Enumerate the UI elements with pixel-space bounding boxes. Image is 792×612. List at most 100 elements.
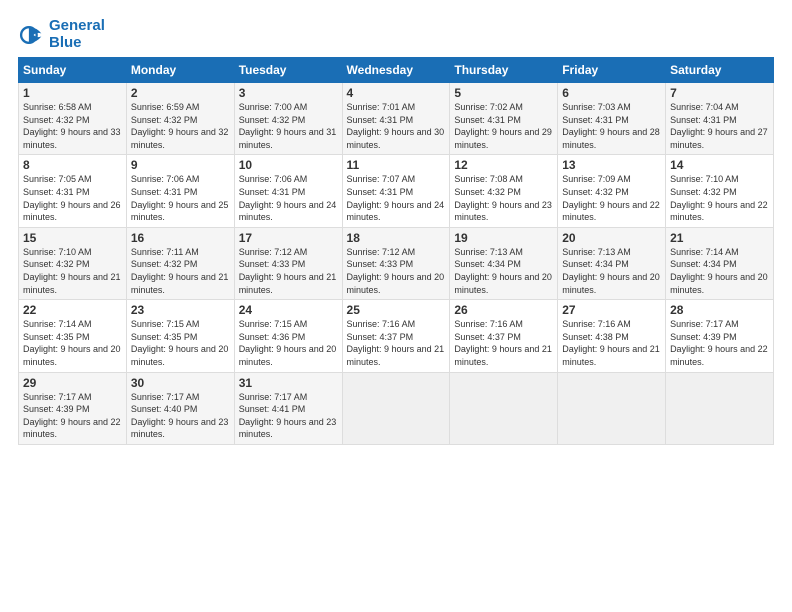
day-number: 15	[23, 231, 122, 245]
day-number: 11	[347, 158, 446, 172]
calendar-cell: 20 Sunrise: 7:13 AMSunset: 4:34 PMDaylig…	[558, 227, 666, 299]
day-info: Sunrise: 7:14 AMSunset: 4:34 PMDaylight:…	[670, 247, 768, 295]
page: General Blue SundayMondayTuesdayWednesda…	[0, 0, 792, 455]
day-info: Sunrise: 7:16 AMSunset: 4:37 PMDaylight:…	[347, 319, 445, 367]
day-number: 14	[670, 158, 769, 172]
calendar-cell: 3 Sunrise: 7:00 AMSunset: 4:32 PMDayligh…	[234, 83, 342, 155]
day-header-wednesday: Wednesday	[342, 58, 450, 83]
day-number: 12	[454, 158, 553, 172]
day-info: Sunrise: 7:02 AMSunset: 4:31 PMDaylight:…	[454, 102, 552, 150]
day-number: 17	[239, 231, 338, 245]
day-info: Sunrise: 7:13 AMSunset: 4:34 PMDaylight:…	[454, 247, 552, 295]
calendar-cell: 2 Sunrise: 6:59 AMSunset: 4:32 PMDayligh…	[126, 83, 234, 155]
calendar-cell: 6 Sunrise: 7:03 AMSunset: 4:31 PMDayligh…	[558, 83, 666, 155]
day-number: 3	[239, 86, 338, 100]
day-number: 30	[131, 376, 230, 390]
day-info: Sunrise: 7:00 AMSunset: 4:32 PMDaylight:…	[239, 102, 337, 150]
calendar-cell: 16 Sunrise: 7:11 AMSunset: 4:32 PMDaylig…	[126, 227, 234, 299]
day-number: 9	[131, 158, 230, 172]
day-number: 6	[562, 86, 661, 100]
day-info: Sunrise: 7:05 AMSunset: 4:31 PMDaylight:…	[23, 174, 121, 222]
day-info: Sunrise: 7:16 AMSunset: 4:38 PMDaylight:…	[562, 319, 660, 367]
day-info: Sunrise: 7:10 AMSunset: 4:32 PMDaylight:…	[23, 247, 121, 295]
calendar-cell: 18 Sunrise: 7:12 AMSunset: 4:33 PMDaylig…	[342, 227, 450, 299]
calendar-cell: 10 Sunrise: 7:06 AMSunset: 4:31 PMDaylig…	[234, 155, 342, 227]
day-number: 16	[131, 231, 230, 245]
calendar-cell: 8 Sunrise: 7:05 AMSunset: 4:31 PMDayligh…	[19, 155, 127, 227]
calendar-cell: 29 Sunrise: 7:17 AMSunset: 4:39 PMDaylig…	[19, 372, 127, 444]
day-info: Sunrise: 7:12 AMSunset: 4:33 PMDaylight:…	[347, 247, 445, 295]
day-info: Sunrise: 7:15 AMSunset: 4:36 PMDaylight:…	[239, 319, 337, 367]
day-info: Sunrise: 7:03 AMSunset: 4:31 PMDaylight:…	[562, 102, 660, 150]
day-number: 26	[454, 303, 553, 317]
day-info: Sunrise: 7:10 AMSunset: 4:32 PMDaylight:…	[670, 174, 768, 222]
calendar-cell: 1 Sunrise: 6:58 AMSunset: 4:32 PMDayligh…	[19, 83, 127, 155]
day-info: Sunrise: 7:11 AMSunset: 4:32 PMDaylight:…	[131, 247, 229, 295]
calendar-cell	[450, 372, 558, 444]
day-info: Sunrise: 7:09 AMSunset: 4:32 PMDaylight:…	[562, 174, 660, 222]
day-info: Sunrise: 7:14 AMSunset: 4:35 PMDaylight:…	[23, 319, 121, 367]
day-number: 8	[23, 158, 122, 172]
day-header-thursday: Thursday	[450, 58, 558, 83]
logo-line2: Blue	[49, 35, 105, 52]
day-info: Sunrise: 7:17 AMSunset: 4:40 PMDaylight:…	[131, 392, 229, 440]
day-info: Sunrise: 7:06 AMSunset: 4:31 PMDaylight:…	[239, 174, 337, 222]
logo-line1: General	[49, 18, 105, 35]
day-info: Sunrise: 7:04 AMSunset: 4:31 PMDaylight:…	[670, 102, 768, 150]
day-number: 27	[562, 303, 661, 317]
day-number: 13	[562, 158, 661, 172]
day-number: 19	[454, 231, 553, 245]
day-number: 18	[347, 231, 446, 245]
calendar-cell: 27 Sunrise: 7:16 AMSunset: 4:38 PMDaylig…	[558, 300, 666, 372]
calendar-cell: 30 Sunrise: 7:17 AMSunset: 4:40 PMDaylig…	[126, 372, 234, 444]
day-number: 2	[131, 86, 230, 100]
calendar-cell: 26 Sunrise: 7:16 AMSunset: 4:37 PMDaylig…	[450, 300, 558, 372]
day-number: 24	[239, 303, 338, 317]
day-info: Sunrise: 7:13 AMSunset: 4:34 PMDaylight:…	[562, 247, 660, 295]
calendar-cell: 12 Sunrise: 7:08 AMSunset: 4:32 PMDaylig…	[450, 155, 558, 227]
calendar-cell: 15 Sunrise: 7:10 AMSunset: 4:32 PMDaylig…	[19, 227, 127, 299]
logo: General Blue	[18, 18, 105, 51]
calendar-cell: 9 Sunrise: 7:06 AMSunset: 4:31 PMDayligh…	[126, 155, 234, 227]
day-info: Sunrise: 7:15 AMSunset: 4:35 PMDaylight:…	[131, 319, 229, 367]
calendar-week-row: 22 Sunrise: 7:14 AMSunset: 4:35 PMDaylig…	[19, 300, 774, 372]
day-number: 10	[239, 158, 338, 172]
calendar-cell: 14 Sunrise: 7:10 AMSunset: 4:32 PMDaylig…	[666, 155, 774, 227]
calendar-cell	[666, 372, 774, 444]
day-number: 28	[670, 303, 769, 317]
calendar-cell: 7 Sunrise: 7:04 AMSunset: 4:31 PMDayligh…	[666, 83, 774, 155]
calendar-cell: 11 Sunrise: 7:07 AMSunset: 4:31 PMDaylig…	[342, 155, 450, 227]
day-number: 29	[23, 376, 122, 390]
day-info: Sunrise: 7:17 AMSunset: 4:41 PMDaylight:…	[239, 392, 337, 440]
calendar-week-row: 29 Sunrise: 7:17 AMSunset: 4:39 PMDaylig…	[19, 372, 774, 444]
day-number: 7	[670, 86, 769, 100]
calendar-table: SundayMondayTuesdayWednesdayThursdayFrid…	[18, 57, 774, 445]
calendar-cell	[342, 372, 450, 444]
header: General Blue	[18, 18, 774, 51]
day-number: 20	[562, 231, 661, 245]
calendar-cell: 21 Sunrise: 7:14 AMSunset: 4:34 PMDaylig…	[666, 227, 774, 299]
calendar-week-row: 15 Sunrise: 7:10 AMSunset: 4:32 PMDaylig…	[19, 227, 774, 299]
calendar-header-row: SundayMondayTuesdayWednesdayThursdayFrid…	[19, 58, 774, 83]
calendar-cell: 24 Sunrise: 7:15 AMSunset: 4:36 PMDaylig…	[234, 300, 342, 372]
day-number: 4	[347, 86, 446, 100]
day-header-sunday: Sunday	[19, 58, 127, 83]
day-info: Sunrise: 7:01 AMSunset: 4:31 PMDaylight:…	[347, 102, 445, 150]
calendar-cell: 13 Sunrise: 7:09 AMSunset: 4:32 PMDaylig…	[558, 155, 666, 227]
calendar-cell: 4 Sunrise: 7:01 AMSunset: 4:31 PMDayligh…	[342, 83, 450, 155]
calendar-week-row: 1 Sunrise: 6:58 AMSunset: 4:32 PMDayligh…	[19, 83, 774, 155]
day-number: 25	[347, 303, 446, 317]
day-info: Sunrise: 7:17 AMSunset: 4:39 PMDaylight:…	[23, 392, 121, 440]
calendar-cell: 28 Sunrise: 7:17 AMSunset: 4:39 PMDaylig…	[666, 300, 774, 372]
calendar-cell	[558, 372, 666, 444]
day-number: 1	[23, 86, 122, 100]
day-info: Sunrise: 7:08 AMSunset: 4:32 PMDaylight:…	[454, 174, 552, 222]
day-info: Sunrise: 7:16 AMSunset: 4:37 PMDaylight:…	[454, 319, 552, 367]
calendar-cell: 23 Sunrise: 7:15 AMSunset: 4:35 PMDaylig…	[126, 300, 234, 372]
day-number: 31	[239, 376, 338, 390]
calendar-cell: 5 Sunrise: 7:02 AMSunset: 4:31 PMDayligh…	[450, 83, 558, 155]
day-header-saturday: Saturday	[666, 58, 774, 83]
day-number: 21	[670, 231, 769, 245]
calendar-body: 1 Sunrise: 6:58 AMSunset: 4:32 PMDayligh…	[19, 83, 774, 445]
day-info: Sunrise: 6:58 AMSunset: 4:32 PMDaylight:…	[23, 102, 121, 150]
